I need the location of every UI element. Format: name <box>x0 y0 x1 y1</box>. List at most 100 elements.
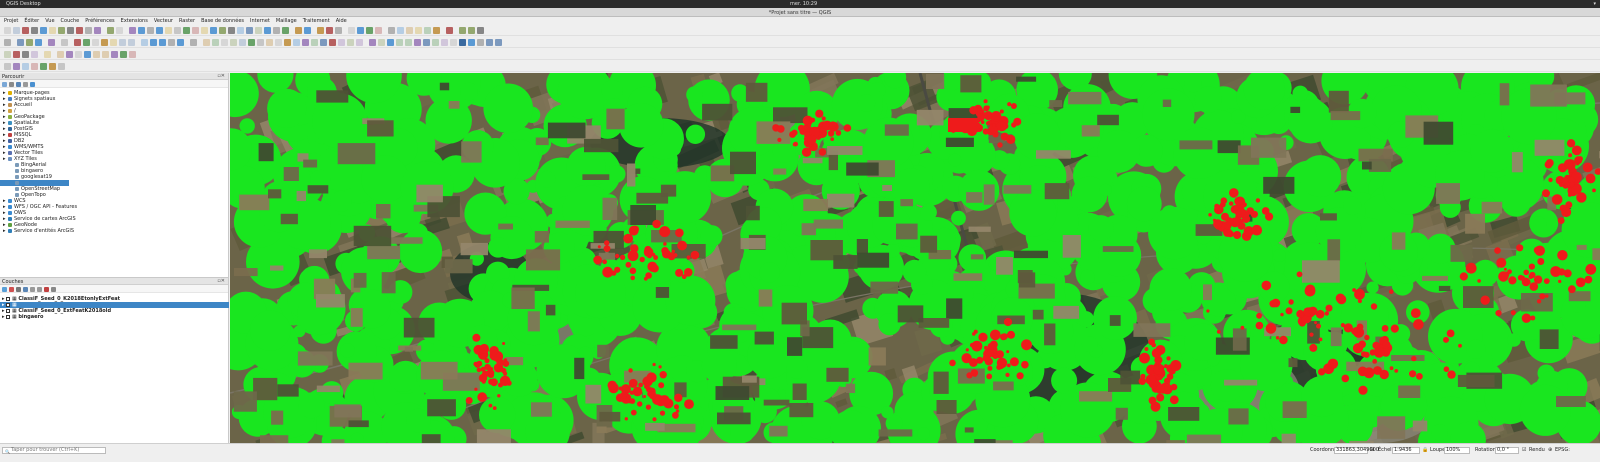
crs-label[interactable]: EPSG: <box>1555 447 1570 454</box>
save-icon[interactable] <box>387 39 394 46</box>
new-project-icon[interactable] <box>369 39 376 46</box>
layout-icon[interactable] <box>26 39 33 46</box>
edit-icon[interactable] <box>335 27 342 34</box>
zoom-out-icon[interactable] <box>76 27 83 34</box>
menu-item[interactable]: Aide <box>336 18 347 24</box>
open-icon[interactable] <box>190 39 197 46</box>
zoom-full-icon[interactable] <box>74 39 81 46</box>
menu-item[interactable]: Base de données <box>201 18 244 24</box>
edit-icon[interactable] <box>58 63 65 70</box>
classification-raster-map[interactable] <box>230 73 1600 443</box>
digitize-icon[interactable] <box>348 27 355 34</box>
python-icon[interactable] <box>150 39 157 46</box>
panel-close-icon[interactable]: ▫✕ <box>217 278 225 284</box>
system-app-name[interactable]: QGIS Desktop <box>6 1 41 7</box>
save-icon[interactable] <box>22 27 29 34</box>
browser-item[interactable]: ▸ Service d'entités ArcGIS <box>0 228 74 234</box>
system-tray[interactable]: ▾ <box>1593 1 1596 7</box>
add-selected-icon[interactable] <box>2 81 7 87</box>
identify-icon[interactable] <box>94 27 101 34</box>
attribute-table-icon[interactable] <box>174 27 181 34</box>
attribute-table-icon[interactable] <box>366 27 373 34</box>
layer-visibility-checkbox[interactable] <box>6 296 10 301</box>
refresh-icon[interactable] <box>110 39 117 46</box>
layer-item[interactable]: ▸ ▦ bingaero <box>0 314 229 320</box>
save-as-icon[interactable] <box>212 39 219 46</box>
zoom-full-icon[interactable] <box>450 39 457 46</box>
print-icon[interactable] <box>228 27 235 34</box>
info-icon[interactable] <box>30 81 35 87</box>
measure-icon[interactable] <box>468 39 475 46</box>
edit-icon[interactable] <box>147 27 154 34</box>
zoom-in-icon[interactable] <box>248 39 255 46</box>
layout-icon[interactable] <box>49 27 56 34</box>
menu-item[interactable]: Vue <box>45 18 54 24</box>
map-canvas[interactable] <box>230 73 1600 443</box>
print-icon[interactable] <box>424 27 431 34</box>
save-icon[interactable] <box>406 27 413 34</box>
measure-icon[interactable] <box>107 27 114 34</box>
new-project-icon[interactable] <box>4 27 11 34</box>
refresh-icon[interactable] <box>129 27 136 34</box>
digitize-icon[interactable] <box>102 51 109 58</box>
refresh-icon[interactable] <box>486 39 493 46</box>
digitize-icon[interactable] <box>156 27 163 34</box>
plugin-icon[interactable] <box>138 27 145 34</box>
zoom-in-icon[interactable] <box>432 39 439 46</box>
layer-visibility-checkbox[interactable] <box>6 302 10 307</box>
add-group-icon[interactable] <box>9 286 14 292</box>
refresh-icon[interactable] <box>317 27 324 34</box>
print-icon[interactable] <box>17 39 24 46</box>
refresh-icon[interactable] <box>75 51 82 58</box>
measure-icon[interactable] <box>295 27 302 34</box>
magnifier-field[interactable]: 100% <box>1444 447 1470 454</box>
scale-field[interactable]: 1:9436 <box>1392 447 1420 454</box>
identify-icon[interactable] <box>44 51 51 58</box>
layout-icon[interactable] <box>237 27 244 34</box>
zoom-full-icon[interactable] <box>85 27 92 34</box>
select-icon[interactable] <box>66 51 73 58</box>
zoom-full-icon[interactable] <box>31 51 38 58</box>
measure-icon[interactable] <box>284 39 291 46</box>
attribute-table-icon[interactable] <box>159 39 166 46</box>
filter-legend-icon[interactable] <box>23 286 28 292</box>
save-as-icon[interactable] <box>4 39 11 46</box>
expand-all-icon[interactable] <box>30 286 35 292</box>
rotation-field[interactable]: 0,0 ° <box>1495 447 1519 454</box>
zoom-full-icon[interactable] <box>4 63 11 70</box>
pan-icon[interactable] <box>423 39 430 46</box>
manage-visibility-icon[interactable] <box>16 286 21 292</box>
plugin-icon[interactable] <box>49 63 56 70</box>
digitize-icon[interactable] <box>329 39 336 46</box>
layout-icon[interactable] <box>414 39 421 46</box>
menu-item[interactable]: Couche <box>61 18 80 24</box>
expand-arrow-icon[interactable]: ▸ <box>2 314 5 320</box>
new-project-icon[interactable] <box>388 27 395 34</box>
menu-item[interactable]: Éditer <box>24 18 39 24</box>
lock-scale-icon[interactable]: ⊞ <box>1370 447 1374 454</box>
pan-icon[interactable] <box>58 27 65 34</box>
settings-icon[interactable] <box>356 39 363 46</box>
digitize-icon[interactable] <box>141 39 148 46</box>
plugin-icon[interactable] <box>84 51 91 58</box>
select-icon[interactable] <box>116 27 123 34</box>
crs-icon[interactable]: ⊕ <box>1548 447 1552 454</box>
settings-icon[interactable] <box>129 51 136 58</box>
zoom-out-icon[interactable] <box>257 39 264 46</box>
coordinate-field[interactable]: 331863,3049000 <box>1334 447 1379 454</box>
refresh-icon[interactable] <box>302 39 309 46</box>
layout-icon[interactable] <box>230 39 237 46</box>
attribute-table-icon[interactable] <box>120 51 127 58</box>
measure-icon[interactable] <box>92 39 99 46</box>
zoom-in-icon[interactable] <box>67 27 74 34</box>
settings-icon[interactable] <box>375 27 382 34</box>
zoom-full-icon[interactable] <box>266 39 273 46</box>
select-icon[interactable] <box>477 39 484 46</box>
zoom-in-icon[interactable] <box>255 27 262 34</box>
panel-close-icon[interactable]: ▫✕ <box>217 73 225 79</box>
edit-icon[interactable] <box>128 39 135 46</box>
open-icon[interactable] <box>378 39 385 46</box>
print-icon[interactable] <box>405 39 412 46</box>
layer-visibility-checkbox[interactable] <box>6 314 10 319</box>
new-project-icon[interactable] <box>177 39 184 46</box>
